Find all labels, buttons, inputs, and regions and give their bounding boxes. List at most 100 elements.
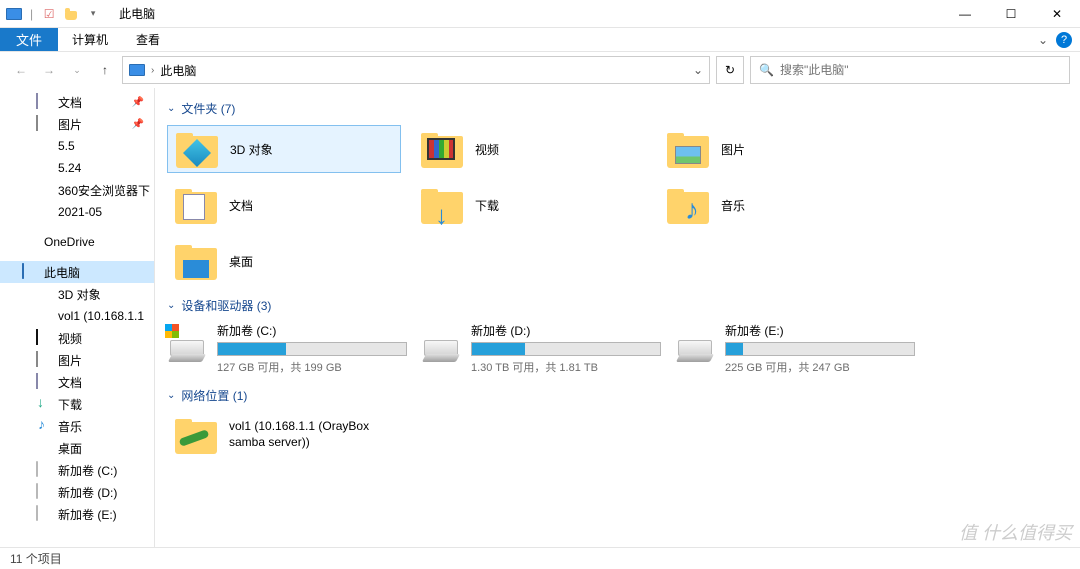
address-bar[interactable]: › 此电脑 ⌄ — [122, 56, 710, 84]
tree-item[interactable]: 2021-05 — [0, 201, 154, 223]
group-header-drives[interactable]: ⌄ 设备和驱动器 (3) — [167, 297, 1080, 314]
address-dropdown-icon[interactable]: ⌄ — [693, 63, 703, 77]
tree-item[interactable]: 图片📌 — [0, 113, 154, 135]
folder-label: 视频 — [475, 141, 499, 158]
search-input[interactable] — [780, 63, 1061, 77]
tree-item[interactable]: vol1 (10.168.1.1 — [0, 305, 154, 327]
folder-icon — [175, 184, 217, 226]
window-title: 此电脑 — [119, 5, 155, 22]
folder-icon — [36, 138, 52, 154]
drive-tile[interactable]: 新加卷 (E:)225 GB 可用，共 247 GB — [675, 322, 915, 375]
folder-label: 下载 — [475, 197, 499, 214]
folder-icon — [176, 128, 218, 170]
drive-name: 新加卷 (C:) — [217, 322, 407, 339]
breadcrumb-chevron-icon[interactable]: › — [151, 65, 154, 76]
network-grid: vol1 (10.168.1.1 (OrayBox samba server)) — [167, 412, 1080, 458]
quick-access-toolbar: | ☑ ▾ — [0, 6, 107, 22]
folder-label: 音乐 — [721, 197, 745, 214]
qat-dropdown-icon[interactable]: ▾ — [85, 6, 101, 22]
tree-item[interactable]: 此电脑 — [0, 261, 154, 283]
tree-item[interactable]: 下载 — [0, 393, 154, 415]
tree-item[interactable]: 5.5 — [0, 135, 154, 157]
drive-icon — [675, 322, 715, 362]
tab-computer[interactable]: 计算机 — [58, 28, 122, 51]
close-button[interactable]: ✕ — [1034, 0, 1080, 28]
folder-icon: ♪ — [667, 184, 709, 226]
tree-item[interactable]: 新加卷 (D:) — [0, 481, 154, 503]
pc-icon — [22, 264, 38, 280]
pic-icon — [36, 352, 52, 368]
folder-icon — [421, 128, 463, 170]
search-icon: 🔍 — [759, 63, 774, 77]
folder-tile[interactable]: 3D 对象 — [167, 125, 401, 173]
music-icon — [36, 418, 52, 434]
tab-view[interactable]: 查看 — [122, 28, 174, 51]
qat-new-folder-icon[interactable] — [63, 6, 79, 22]
up-button[interactable]: ↑ — [94, 59, 116, 81]
pin-icon: 📌 — [132, 119, 144, 130]
drive-icon — [421, 322, 461, 362]
group-header-network[interactable]: ⌄ 网络位置 (1) — [167, 387, 1080, 404]
tree-item[interactable]: 新加卷 (C:) — [0, 459, 154, 481]
drive-tile[interactable]: 新加卷 (C:)127 GB 可用，共 199 GB — [167, 322, 407, 375]
qat-properties-icon[interactable]: ☑ — [41, 6, 57, 22]
status-bar: 11 个项目 — [0, 547, 1080, 569]
folder-label: 图片 — [721, 141, 745, 158]
doc-icon — [36, 374, 52, 390]
tree-item-label: 图片 — [58, 352, 82, 369]
tree-item[interactable]: 文档 — [0, 371, 154, 393]
tree-item[interactable]: 3D 对象 — [0, 283, 154, 305]
drive-usage-bar — [471, 342, 661, 356]
folder-tile[interactable]: ♪ 音乐 — [659, 181, 893, 229]
back-button[interactable]: ← — [10, 59, 32, 81]
breadcrumb-root[interactable]: 此电脑 — [160, 62, 196, 79]
network-label: vol1 (10.168.1.1 (OrayBox samba server)) — [229, 419, 393, 450]
ribbon-expand-icon[interactable]: ⌄ — [1038, 33, 1048, 47]
group-header-folders[interactable]: ⌄ 文件夹 (7) — [167, 100, 1080, 117]
tree-item-label: 音乐 — [58, 418, 82, 435]
folder-icon — [36, 160, 52, 176]
help-icon[interactable]: ? — [1056, 32, 1072, 48]
tree-item[interactable]: 图片 — [0, 349, 154, 371]
folder-tile[interactable]: 图片 — [659, 125, 893, 173]
minimize-button[interactable]: — — [942, 0, 988, 28]
content-pane[interactable]: ⌄ 文件夹 (7) 3D 对象 视频 图片文档↓下载 ♪ 音乐桌面 ⌄ 设备和驱动器 (… — [155, 88, 1080, 547]
tree-item-label: 360安全浏览器下 — [58, 182, 150, 199]
app-icon — [6, 6, 22, 22]
forward-button[interactable]: → — [38, 59, 60, 81]
tree-item-label: 下载 — [58, 396, 82, 413]
navigation-tree[interactable]: 文档📌图片📌5.55.24360安全浏览器下2021-05OneDrive此电脑… — [0, 88, 155, 547]
folder-tile[interactable]: 文档 — [167, 181, 401, 229]
separator: | — [30, 7, 33, 21]
tree-item[interactable]: 新加卷 (E:) — [0, 503, 154, 525]
folder-tile[interactable]: 桌面 — [167, 237, 401, 285]
drive-tile[interactable]: 新加卷 (D:)1.30 TB 可用，共 1.81 TB — [421, 322, 661, 375]
recent-dropdown[interactable]: ⌄ — [66, 59, 88, 81]
refresh-button[interactable]: ↻ — [716, 56, 744, 84]
maximize-button[interactable]: ☐ — [988, 0, 1034, 28]
tree-item-label: 新加卷 (E:) — [58, 506, 117, 523]
tree-item[interactable]: OneDrive — [0, 231, 154, 253]
dl-icon — [36, 396, 52, 412]
search-box[interactable]: 🔍 — [750, 56, 1070, 84]
disk-icon — [36, 462, 52, 478]
file-tab[interactable]: 文件 — [0, 28, 58, 51]
pic-icon — [36, 116, 52, 132]
tree-item-label: 视频 — [58, 330, 82, 347]
network-location-tile[interactable]: vol1 (10.168.1.1 (OrayBox samba server)) — [167, 412, 401, 458]
folder-tile[interactable]: ↓下载 — [413, 181, 647, 229]
tree-item[interactable]: 5.24 — [0, 157, 154, 179]
tree-item[interactable]: 文档📌 — [0, 91, 154, 113]
status-item-count: 11 个项目 — [10, 550, 62, 567]
tree-item[interactable]: 视频 — [0, 327, 154, 349]
folder-label: 3D 对象 — [230, 141, 273, 158]
disk-icon — [36, 506, 52, 522]
drives-grid: 新加卷 (C:)127 GB 可用，共 199 GB 新加卷 (D:)1.30 T… — [167, 322, 1080, 375]
tree-item[interactable]: 360安全浏览器下 — [0, 179, 154, 201]
folder-tile[interactable]: 视频 — [413, 125, 647, 173]
tree-item-label: 5.5 — [58, 139, 75, 153]
tree-item[interactable]: 桌面 — [0, 437, 154, 459]
tree-item[interactable]: 音乐 — [0, 415, 154, 437]
tree-item-label: 新加卷 (D:) — [58, 484, 117, 501]
tree-item-label: 文档 — [58, 374, 82, 391]
